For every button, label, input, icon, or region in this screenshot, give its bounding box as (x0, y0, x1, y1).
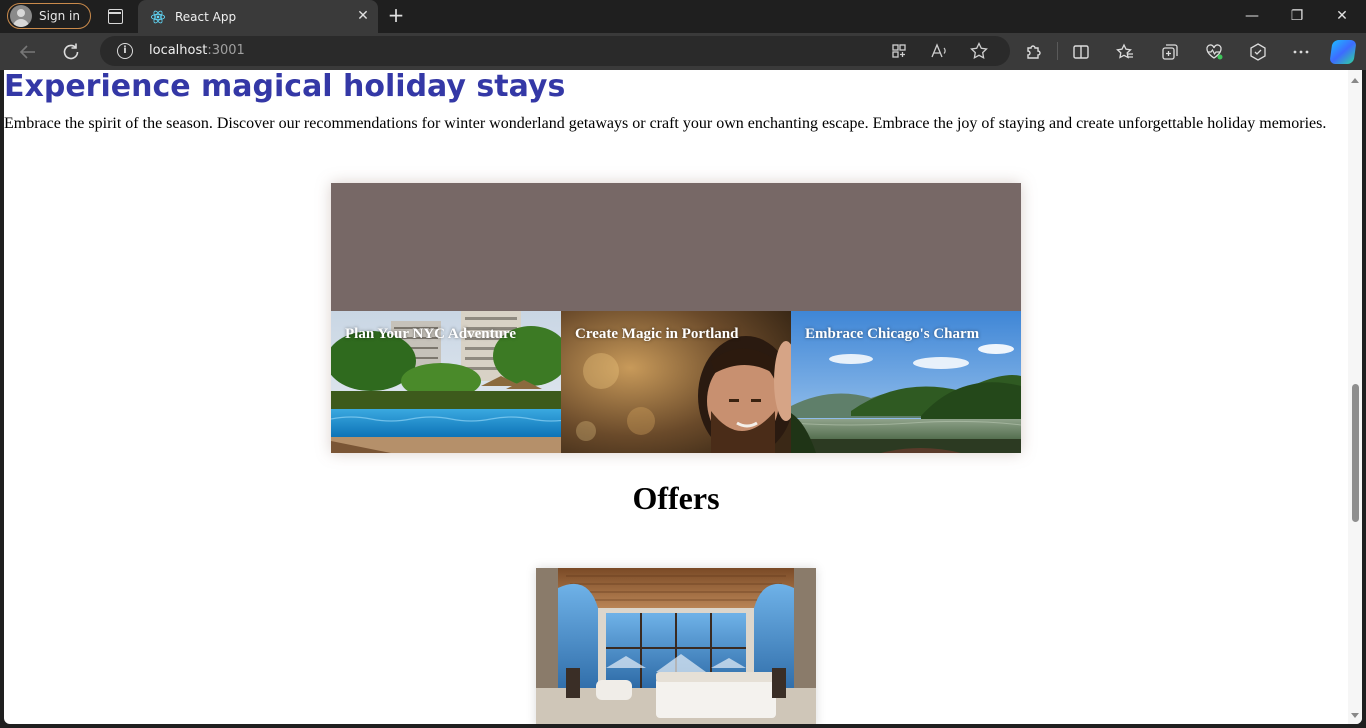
tab-title: React App (175, 9, 237, 24)
scroll-down-icon[interactable] (1351, 713, 1359, 718)
browser-essentials-icon[interactable] (1202, 40, 1226, 64)
minimize-button[interactable]: — (1232, 4, 1272, 28)
destination-card-chicago[interactable]: Embrace Chicago's Charm (791, 311, 1021, 453)
extensions-icon[interactable] (1021, 40, 1045, 64)
favorite-star-icon[interactable] (968, 40, 990, 62)
tab-react-app[interactable]: React App ✕ (138, 0, 378, 33)
react-logo-icon (150, 10, 166, 23)
sign-in-button[interactable]: Sign in (7, 3, 91, 29)
card-title-chicago: Embrace Chicago's Charm (805, 326, 980, 342)
favorites-icon[interactable] (1113, 40, 1137, 64)
app-available-icon[interactable] (888, 40, 910, 62)
page-viewport: Experience magical holiday stays Embrace… (4, 70, 1362, 724)
close-tab-icon[interactable]: ✕ (356, 9, 370, 23)
destination-card-portland[interactable]: Create Magic in Portland (561, 311, 791, 453)
scrollbar-thumb[interactable] (1352, 384, 1359, 522)
more-menu-icon[interactable] (1289, 40, 1313, 64)
luxury-bedroom-image (536, 568, 816, 724)
address-bar[interactable]: i localhost:3001 (100, 36, 1010, 66)
sign-in-label: Sign in (39, 9, 80, 23)
browser-tab-strip: Sign in React App ✕ + — ❐ ✕ (0, 0, 1366, 33)
destination-card-nyc[interactable]: Plan Your NYC Adventure (331, 311, 561, 453)
offer-image[interactable] (536, 568, 816, 724)
new-tab-button[interactable]: + (385, 5, 407, 27)
browser-toolbar: i localhost:3001 (0, 33, 1366, 70)
offers-heading: Offers (632, 480, 720, 516)
card-title-portland: Create Magic in Portland (575, 326, 739, 342)
hero-banner: Plan Your NYC Adventure Create Magic in … (331, 183, 1021, 453)
close-window-button[interactable]: ✕ (1322, 4, 1362, 28)
url-text: localhost:3001 (149, 43, 245, 58)
read-aloud-icon[interactable] (928, 40, 950, 62)
tab-actions-icon[interactable] (104, 6, 126, 26)
destination-cards: Plan Your NYC Adventure Create Magic in … (331, 311, 1021, 453)
intro-paragraph: Embrace the spirit of the season. Discov… (4, 115, 1327, 132)
site-info-icon[interactable]: i (117, 43, 133, 59)
copilot-sidebar-icon[interactable] (1246, 40, 1270, 64)
toolbar-divider (1057, 42, 1058, 60)
card-title-nyc: Plan Your NYC Adventure (345, 326, 516, 342)
copilot-icon[interactable] (1329, 40, 1357, 64)
page-scrollbar[interactable] (1348, 70, 1362, 724)
page-headline: Experience magical holiday stays (4, 70, 566, 104)
profile-avatar-icon (10, 5, 32, 27)
restore-button[interactable]: ❐ (1277, 4, 1317, 28)
back-icon[interactable] (16, 40, 40, 64)
scroll-up-icon[interactable] (1351, 78, 1359, 83)
collections-icon[interactable] (1158, 40, 1182, 64)
split-screen-icon[interactable] (1069, 40, 1093, 64)
refresh-icon[interactable] (59, 40, 83, 64)
